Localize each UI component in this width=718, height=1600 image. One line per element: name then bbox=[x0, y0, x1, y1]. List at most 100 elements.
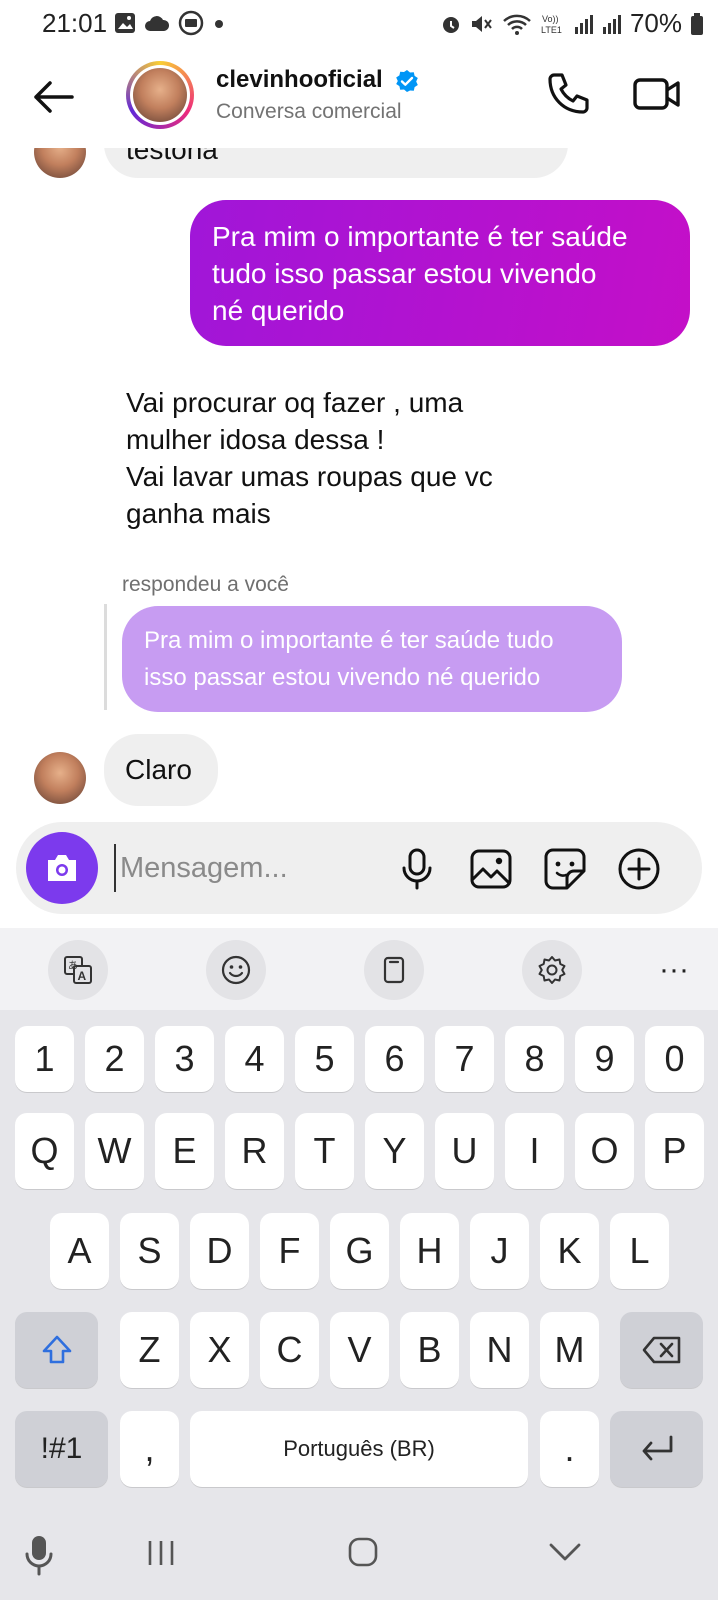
wifi-icon bbox=[503, 14, 531, 35]
key-h[interactable]: H bbox=[400, 1213, 459, 1289]
battery-percent: 70% bbox=[629, 8, 682, 38]
key-k[interactable]: K bbox=[540, 1213, 599, 1289]
key-c[interactable]: C bbox=[260, 1312, 319, 1388]
key-m[interactable]: M bbox=[540, 1312, 599, 1388]
key-r[interactable]: R bbox=[225, 1113, 284, 1189]
key-f[interactable]: F bbox=[260, 1213, 319, 1289]
enter-icon bbox=[642, 1435, 672, 1461]
home-icon[interactable] bbox=[347, 1536, 379, 1568]
key-l[interactable]: L bbox=[610, 1213, 669, 1289]
system-nav-bar bbox=[0, 1490, 718, 1600]
message-line: mulher idosa dessa ! bbox=[126, 424, 385, 455]
key-7[interactable]: 7 bbox=[435, 1026, 494, 1092]
backspace-key[interactable] bbox=[620, 1312, 703, 1388]
keyboard-settings-button[interactable] bbox=[522, 940, 582, 1000]
sender-avatar[interactable] bbox=[34, 148, 86, 178]
clipboard-icon bbox=[383, 956, 405, 984]
keyboard-toolbar: Aあ ··· bbox=[0, 928, 718, 1010]
hide-keyboard-icon[interactable] bbox=[548, 1540, 582, 1564]
message-incoming[interactable]: Claro bbox=[104, 734, 218, 806]
symbols-key[interactable]: !#1 bbox=[15, 1411, 108, 1487]
back-arrow-icon[interactable] bbox=[28, 72, 78, 122]
cloud-icon bbox=[145, 16, 170, 31]
key-5[interactable]: 5 bbox=[295, 1026, 354, 1092]
status-bar: 21:01 Vo)) LTE1 70% bbox=[0, 0, 718, 46]
dot-icon bbox=[215, 20, 223, 28]
signal-icon bbox=[602, 14, 621, 34]
key-z[interactable]: Z bbox=[120, 1312, 179, 1388]
phone-call-icon[interactable] bbox=[544, 70, 592, 118]
key-8[interactable]: 8 bbox=[505, 1026, 564, 1092]
alarm-icon bbox=[442, 16, 459, 33]
key-q[interactable]: Q bbox=[15, 1113, 74, 1189]
replied-message-quote[interactable]: Pra mim o importante é ter saúde tudo is… bbox=[122, 606, 622, 712]
key-b[interactable]: B bbox=[400, 1312, 459, 1388]
key-4[interactable]: 4 bbox=[225, 1026, 284, 1092]
clipboard-button[interactable] bbox=[364, 940, 424, 1000]
key-3[interactable]: 3 bbox=[155, 1026, 214, 1092]
emoji-button[interactable] bbox=[206, 940, 266, 1000]
key-9[interactable]: 9 bbox=[575, 1026, 634, 1092]
key-d[interactable]: D bbox=[190, 1213, 249, 1289]
contact-name-text: clevinhooficial bbox=[216, 66, 383, 93]
message-line: Vai procurar oq fazer , uma bbox=[126, 387, 464, 418]
voice-input-icon[interactable] bbox=[24, 1534, 54, 1576]
svg-text:あ: あ bbox=[68, 960, 78, 972]
more-options-icon[interactable]: ··· bbox=[644, 940, 704, 1000]
profile-photo bbox=[133, 68, 187, 122]
profile-avatar[interactable] bbox=[126, 61, 194, 129]
shift-key[interactable] bbox=[15, 1312, 98, 1388]
message-incoming[interactable]: Vai procurar oq fazer , uma mulher idosa… bbox=[126, 384, 493, 532]
message-text: Claro bbox=[125, 754, 192, 785]
microphone-icon[interactable] bbox=[394, 846, 440, 892]
battery-icon bbox=[691, 12, 703, 35]
key-i[interactable]: I bbox=[505, 1113, 564, 1189]
key-e[interactable]: E bbox=[155, 1113, 214, 1189]
key-t[interactable]: T bbox=[295, 1113, 354, 1189]
keyboard: 1 2 3 4 5 6 7 8 9 0 Q W E R T Y U I O P … bbox=[0, 1010, 718, 1490]
key-6[interactable]: 6 bbox=[365, 1026, 424, 1092]
key-g[interactable]: G bbox=[330, 1213, 389, 1289]
translate-button[interactable]: Aあ bbox=[48, 940, 108, 1000]
contact-name[interactable]: clevinhooficial bbox=[216, 66, 419, 94]
recent-apps-icon[interactable] bbox=[146, 1538, 176, 1568]
message-incoming[interactable]: testona bbox=[104, 148, 568, 178]
message-outgoing[interactable]: Pra mim o importante é ter saúde tudo is… bbox=[190, 200, 690, 346]
period-key[interactable]: . bbox=[540, 1411, 599, 1487]
key-n[interactable]: N bbox=[470, 1312, 529, 1388]
key-a[interactable]: A bbox=[50, 1213, 109, 1289]
gallery-icon[interactable] bbox=[468, 846, 514, 892]
video-call-icon[interactable] bbox=[632, 70, 682, 118]
mute-icon bbox=[471, 15, 492, 32]
key-j[interactable]: J bbox=[470, 1213, 529, 1289]
status-right-icons: Vo)) LTE1 70% bbox=[440, 8, 704, 39]
message-line: Pra mim o importante é ter saúde tudo bbox=[144, 627, 554, 654]
enter-key[interactable] bbox=[610, 1411, 703, 1487]
verified-badge-icon bbox=[396, 69, 419, 92]
message-composer bbox=[16, 822, 702, 914]
key-1[interactable]: 1 bbox=[15, 1026, 74, 1092]
key-s[interactable]: S bbox=[120, 1213, 179, 1289]
camera-button[interactable] bbox=[26, 832, 98, 904]
comma-key[interactable]: , bbox=[120, 1411, 179, 1487]
message-list[interactable]: testona Pra mim o importante é ter saúde… bbox=[0, 148, 718, 816]
message-input[interactable] bbox=[114, 844, 382, 892]
key-u[interactable]: U bbox=[435, 1113, 494, 1189]
key-v[interactable]: V bbox=[330, 1312, 389, 1388]
key-o[interactable]: O bbox=[575, 1113, 634, 1189]
reply-line bbox=[104, 604, 107, 710]
message-line: né querido bbox=[212, 295, 345, 326]
key-2[interactable]: 2 bbox=[85, 1026, 144, 1092]
key-y[interactable]: Y bbox=[365, 1113, 424, 1189]
key-p[interactable]: P bbox=[645, 1113, 704, 1189]
sticker-icon[interactable] bbox=[542, 846, 588, 892]
space-key[interactable]: Português (BR) bbox=[190, 1411, 528, 1487]
key-w[interactable]: W bbox=[85, 1113, 144, 1189]
camera-icon bbox=[48, 855, 76, 881]
key-x[interactable]: X bbox=[190, 1312, 249, 1388]
sender-avatar[interactable] bbox=[34, 752, 86, 804]
image-icon bbox=[115, 13, 135, 33]
emoji-icon bbox=[221, 955, 251, 985]
add-circle-icon[interactable] bbox=[616, 846, 662, 892]
key-0[interactable]: 0 bbox=[645, 1026, 704, 1092]
